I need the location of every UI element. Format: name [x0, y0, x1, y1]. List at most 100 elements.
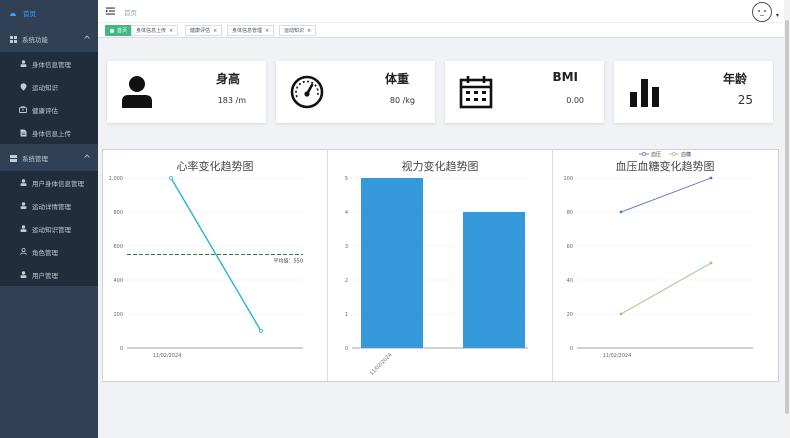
calendar-icon — [459, 76, 493, 109]
y-tick-label: 40 — [567, 278, 573, 284]
vision-bar — [463, 212, 525, 348]
tag-label: 运动知识 — [284, 28, 305, 34]
data-point — [619, 312, 623, 316]
chart-title: 心率变化趋势图 — [177, 159, 254, 173]
server-icon — [9, 154, 17, 162]
sidebar-item-label: 用户管理 — [32, 271, 58, 280]
tag-home[interactable]: 首页 — [105, 25, 133, 36]
vision-chart: 视力变化趋势图 0 1 2 3 4 5 11/02/2024 — [328, 150, 553, 381]
tags-view: 首页 身体信息上传 × 健康评估 × 身体信息管理 × 运动知识 × — [98, 23, 790, 38]
stat-value: 25 — [737, 93, 753, 107]
average-label: 平均值：550 — [273, 258, 303, 265]
tag-health-assessment[interactable]: 健康评估 × — [185, 25, 223, 36]
stat-card-bmi[interactable]: BMI 0.00 — [445, 61, 604, 123]
sidebar-item-user-body-info[interactable]: 用户身体信息管理 — [0, 171, 98, 194]
sidebar-item-label: 用户身体信息管理 — [32, 179, 84, 188]
top-navbar: 首页 ▾ — [98, 0, 790, 23]
stat-label: 体重 — [384, 72, 409, 86]
sidebar-item-label: 运动详情管理 — [32, 202, 71, 211]
y-tick-label: 600 — [113, 244, 123, 250]
y-tick-label: 1,000 — [109, 176, 123, 182]
grid-icon — [9, 35, 17, 43]
location-pin-icon — [19, 82, 27, 91]
stat-card-age[interactable]: 年龄 25 — [614, 61, 773, 123]
tag-body-info[interactable]: 身体信息管理 × — [227, 25, 275, 36]
y-tick-label: 100 — [563, 176, 573, 182]
charts-panel: 心率变化趋势图 0 200 400 600 800 1,000 平均值：550 11/02/20… — [102, 149, 779, 382]
y-tick-label: 0 — [120, 346, 123, 352]
x-tick-label: 11/02/2024 — [603, 353, 632, 359]
tag-label: 健康评估 — [190, 28, 211, 34]
stat-value: 183 /m — [217, 96, 246, 105]
series-line — [620, 177, 712, 213]
x-tick-label: 11/02/2024 — [369, 352, 394, 377]
tag-exercise-knowledge[interactable]: 运动知识 × — [279, 25, 317, 36]
sidebar-item-health-assessment[interactable]: 健康评估 — [0, 98, 98, 121]
sidebar-item-exercise-detail[interactable]: 运动详情管理 — [0, 194, 98, 217]
stat-label: 年龄 — [722, 72, 747, 86]
person-outline-icon — [19, 248, 27, 256]
chevron-up-icon — [84, 154, 90, 158]
caret-down-icon[interactable]: ▾ — [776, 12, 779, 19]
stat-card-height[interactable]: 身高 183 /m — [107, 61, 266, 123]
legend-marker — [672, 152, 676, 156]
sidebar-item-label: 运动知识 — [32, 83, 58, 92]
y-tick-label: 2 — [345, 278, 348, 284]
chart-title: 视力变化趋势图 — [402, 159, 479, 173]
chart-svg: 视力变化趋势图 0 1 2 3 4 5 11/02/2024 — [345, 159, 528, 377]
stat-card-weight[interactable]: 体重 80 /kg — [276, 61, 435, 123]
sidebar-item-home[interactable]: 首页 — [0, 0, 98, 26]
heart-rate-chart: 心率变化趋势图 0 200 400 600 800 1,000 平均值：550 11/02/20… — [103, 150, 328, 381]
sidebar-item-label: 首页 — [23, 10, 36, 18]
document-icon — [19, 129, 27, 137]
sidebar-item-label: 角色管理 — [32, 248, 58, 257]
user-icon — [122, 76, 152, 108]
avatar[interactable] — [752, 2, 772, 22]
active-dot-icon — [110, 28, 114, 33]
tag-body-upload[interactable]: 身体信息上传 × — [131, 25, 179, 36]
stat-label: BMI — [552, 70, 578, 84]
vision-bar — [361, 178, 423, 348]
sidebar-item-body-info[interactable]: 身体信息管理 — [0, 52, 98, 75]
tag-label: 首页 — [117, 28, 128, 34]
user-icon — [19, 225, 27, 233]
legend-label: 血糖 — [681, 151, 691, 158]
stat-value: 0.00 — [566, 96, 584, 105]
close-icon[interactable]: × — [265, 28, 269, 34]
sidebar-item-body-upload[interactable]: 身体信息上传 — [0, 121, 98, 144]
sidebar-group-system-functions[interactable]: 系统功能 — [0, 26, 98, 52]
data-point — [259, 329, 263, 333]
close-icon[interactable]: × — [213, 28, 217, 34]
sidebar-item-label: 身体信息上传 — [32, 129, 71, 138]
sidebar-item-exercise-knowledge-admin[interactable]: 运动知识管理 — [0, 217, 98, 240]
main-content: 身高 183 /m 体重 80 /kg BMI 0.00 年龄 25 心率变化趋… — [98, 38, 790, 438]
stat-label: 身高 — [215, 72, 240, 86]
user-icon — [19, 179, 27, 187]
chart-svg: 心率变化趋势图 0 200 400 600 800 1,000 平均值：550 11/02/20… — [109, 159, 303, 359]
sidebar-item-roles[interactable]: 角色管理 — [0, 240, 98, 263]
y-tick-label: 1 — [345, 312, 348, 318]
y-tick-label: 800 — [113, 210, 123, 216]
stat-value: 80 /kg — [389, 96, 415, 105]
tag-label: 身体信息上传 — [136, 28, 167, 34]
sidebar-item-users[interactable]: 用户管理 — [0, 263, 98, 286]
hamburger-icon[interactable] — [106, 7, 115, 15]
user-icon — [19, 271, 27, 279]
x-tick-label: 11/02/2024 — [153, 353, 182, 359]
data-point — [709, 176, 713, 180]
y-tick-label: 200 — [113, 312, 123, 318]
page-scrollbar[interactable] — [784, 0, 790, 438]
user-icon — [19, 60, 27, 68]
close-icon[interactable]: × — [169, 28, 173, 34]
bar-chart-icon — [630, 79, 659, 107]
chart-svg: 血压血糖变化趋势图 0 20 40 60 80 100 血压 血糖 11/02/2024 — [563, 151, 753, 359]
scrollbar-thumb[interactable] — [785, 20, 789, 414]
breadcrumb[interactable]: 首页 — [124, 7, 137, 17]
legend-marker — [642, 152, 646, 156]
close-icon[interactable]: × — [307, 28, 311, 34]
y-tick-label: 20 — [567, 312, 573, 318]
y-tick-label: 0 — [570, 346, 573, 352]
sidebar-group-system-admin[interactable]: 系统管理 — [0, 145, 98, 171]
sidebar-item-exercise-knowledge[interactable]: 运动知识 — [0, 75, 98, 98]
y-tick-label: 80 — [567, 210, 573, 216]
